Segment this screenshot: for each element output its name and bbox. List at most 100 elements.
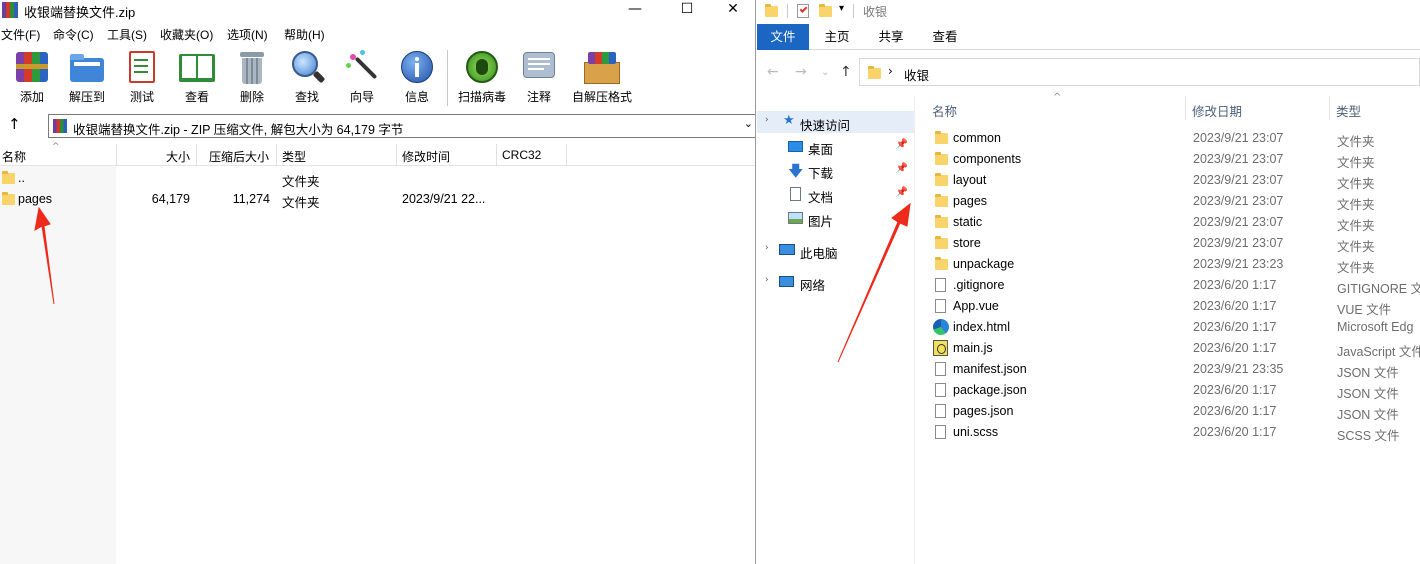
properties-icon[interactable]	[797, 4, 809, 18]
sfx-icon	[584, 50, 620, 84]
table-row[interactable]: pages 64,179 11,274 文件夹 2023/9/21 22...	[0, 189, 600, 210]
address-field[interactable]: 收银端替换文件.zip - ZIP 压缩文件, 解包大小为 64,179 字节 …	[48, 114, 756, 138]
up-folder-icon[interactable]: ↑	[8, 115, 21, 133]
nav-quick-access[interactable]: › ★ 快速访问	[757, 111, 914, 133]
recent-chevron-icon[interactable]: ⌄	[821, 67, 829, 78]
col-type[interactable]: 类型	[1336, 101, 1361, 120]
minimize-button[interactable]: —	[612, 0, 658, 20]
address-bar: ↑ 收银端替换文件.zip - ZIP 压缩文件, 解包大小为 64,179 字…	[0, 112, 756, 140]
list-item[interactable]: pages.json 2023/6/20 1:17 JSON 文件	[915, 401, 1420, 422]
info-button[interactable]: 信息	[390, 50, 444, 106]
maximize-button[interactable]: ☐	[664, 0, 710, 20]
folder-icon	[935, 131, 948, 144]
table-row[interactable]: .. 文件夹	[0, 168, 600, 189]
col-date[interactable]: 修改日期	[1192, 101, 1242, 120]
breadcrumb[interactable]: 收银	[904, 65, 929, 84]
virus-scan-button[interactable]: 扫描病毒	[455, 50, 509, 106]
pin-icon[interactable]: 📌	[896, 139, 908, 150]
folder-icon	[765, 4, 778, 17]
nav-desktop[interactable]: 桌面 📌	[757, 135, 914, 157]
computer-icon	[779, 244, 795, 255]
up-icon[interactable]: ↑	[840, 64, 852, 80]
comment-button[interactable]: 注释	[512, 50, 566, 106]
explorer-window: ▾ 收银 文件 主页 共享 查看 ← → ⌄ ↑ › 收银 › ★ 快速访问 桌…	[757, 0, 1420, 564]
tab-file[interactable]: 文件	[757, 24, 809, 50]
new-folder-icon[interactable]	[819, 4, 832, 17]
tab-home[interactable]: 主页	[815, 24, 859, 50]
menu-file[interactable]: 文件(F)	[1, 26, 40, 43]
list-item[interactable]: layout 2023/9/21 23:07 文件夹	[915, 170, 1420, 191]
col-name[interactable]: 名称	[932, 101, 957, 120]
nav-documents[interactable]: 文档 📌	[757, 183, 914, 205]
info-icon	[399, 50, 435, 84]
file-date: 2023/9/21 23:23	[1193, 257, 1284, 271]
folder-icon	[2, 192, 15, 205]
col-crc32[interactable]: CRC32	[502, 148, 541, 162]
file-name: static	[953, 215, 983, 229]
nav-downloads[interactable]: 🡇 下载 📌	[757, 159, 914, 181]
file-type: JavaScript 文件	[1337, 345, 1420, 359]
list-item[interactable]: store 2023/9/21 23:07 文件夹	[915, 233, 1420, 254]
file-date: 2023/9/21 23:07	[1193, 131, 1284, 145]
pin-icon[interactable]: 📌	[896, 211, 908, 222]
chevron-down-icon[interactable]: ⌄	[744, 117, 753, 130]
list-item[interactable]: pages 2023/9/21 23:07 文件夹	[915, 191, 1420, 212]
list-item[interactable]: .gitignore 2023/6/20 1:17 GITIGNORE 文	[915, 275, 1420, 296]
winrar-window: 收银端替换文件.zip — ☐ ✕ 文件(F) 命令(C) 工具(S) 收藏夹(…	[0, 0, 756, 564]
col-name[interactable]: 名称	[2, 148, 26, 165]
delete-button[interactable]: 删除	[225, 50, 279, 106]
col-packed-size[interactable]: 压缩后大小	[209, 148, 269, 165]
file-date: 2023/6/20 1:17	[1193, 383, 1277, 397]
back-icon[interactable]: ←	[767, 64, 779, 80]
sfx-button[interactable]: 自解压格式	[572, 50, 632, 106]
list-item[interactable]: App.vue 2023/6/20 1:17 VUE 文件	[915, 296, 1420, 317]
file-name: store	[953, 236, 981, 250]
navigation-bar: ← → ⌄ ↑ › 收银	[757, 54, 1420, 90]
pin-icon[interactable]: 📌	[896, 163, 908, 174]
list-item[interactable]: main.js 2023/6/20 1:17 JavaScript 文件	[915, 338, 1420, 359]
wizard-icon	[344, 50, 380, 84]
col-modified[interactable]: 修改时间	[402, 148, 450, 165]
list-item[interactable]: common 2023/9/21 23:07 文件夹	[915, 128, 1420, 149]
menu-favorites[interactable]: 收藏夹(O)	[160, 26, 213, 43]
file-type: 文件夹	[1337, 198, 1375, 212]
chevron-down-icon[interactable]: ▾	[839, 3, 844, 14]
wizard-button[interactable]: 向导	[335, 50, 389, 106]
menu-commands[interactable]: 命令(C)	[53, 26, 94, 43]
list-item[interactable]: manifest.json 2023/9/21 23:35 JSON 文件	[915, 359, 1420, 380]
pin-icon[interactable]: 📌	[896, 187, 908, 198]
expand-icon: ›	[765, 115, 769, 125]
document-icon	[790, 187, 801, 201]
col-size[interactable]: 大小	[166, 148, 190, 165]
menu-help[interactable]: 帮助(H)	[284, 26, 325, 43]
list-item[interactable]: uni.scss 2023/6/20 1:17 SCSS 文件	[915, 422, 1420, 443]
menu-tools[interactable]: 工具(S)	[107, 26, 147, 43]
list-item[interactable]: unpackage 2023/9/21 23:23 文件夹	[915, 254, 1420, 275]
col-type[interactable]: 类型	[282, 148, 306, 165]
close-button[interactable]: ✕	[710, 0, 756, 20]
view-button[interactable]: 查看	[170, 50, 224, 106]
test-button[interactable]: 测试	[115, 50, 169, 106]
list-item[interactable]: components 2023/9/21 23:07 文件夹	[915, 149, 1420, 170]
nav-this-pc[interactable]: › 此电脑	[757, 239, 914, 261]
file-name: layout	[953, 173, 987, 187]
archive-icon	[53, 119, 67, 133]
tab-view[interactable]: 查看	[923, 24, 967, 50]
address-field[interactable]: › 收银	[859, 58, 1420, 86]
add-button[interactable]: 添加	[5, 50, 59, 106]
delete-icon	[234, 50, 270, 84]
nav-network[interactable]: › 网络	[757, 271, 914, 293]
list-item[interactable]: static 2023/9/21 23:07 文件夹	[915, 212, 1420, 233]
view-icon	[179, 50, 215, 84]
window-title: 收银端替换文件.zip	[24, 5, 136, 20]
list-item[interactable]: package.json 2023/6/20 1:17 JSON 文件	[915, 380, 1420, 401]
nav-pictures[interactable]: 图片 📌	[757, 207, 914, 229]
forward-icon[interactable]: →	[795, 64, 807, 80]
list-item[interactable]: index.html 2023/6/20 1:17 Microsoft Edg	[915, 317, 1420, 338]
window-title: 收银	[863, 5, 888, 19]
extract-to-button[interactable]: 解压到	[60, 50, 114, 106]
find-button[interactable]: 查找	[280, 50, 334, 106]
menu-options[interactable]: 选项(N)	[227, 26, 268, 43]
tab-share[interactable]: 共享	[869, 24, 913, 50]
file-date: 2023/9/21 23:07	[1193, 215, 1284, 229]
